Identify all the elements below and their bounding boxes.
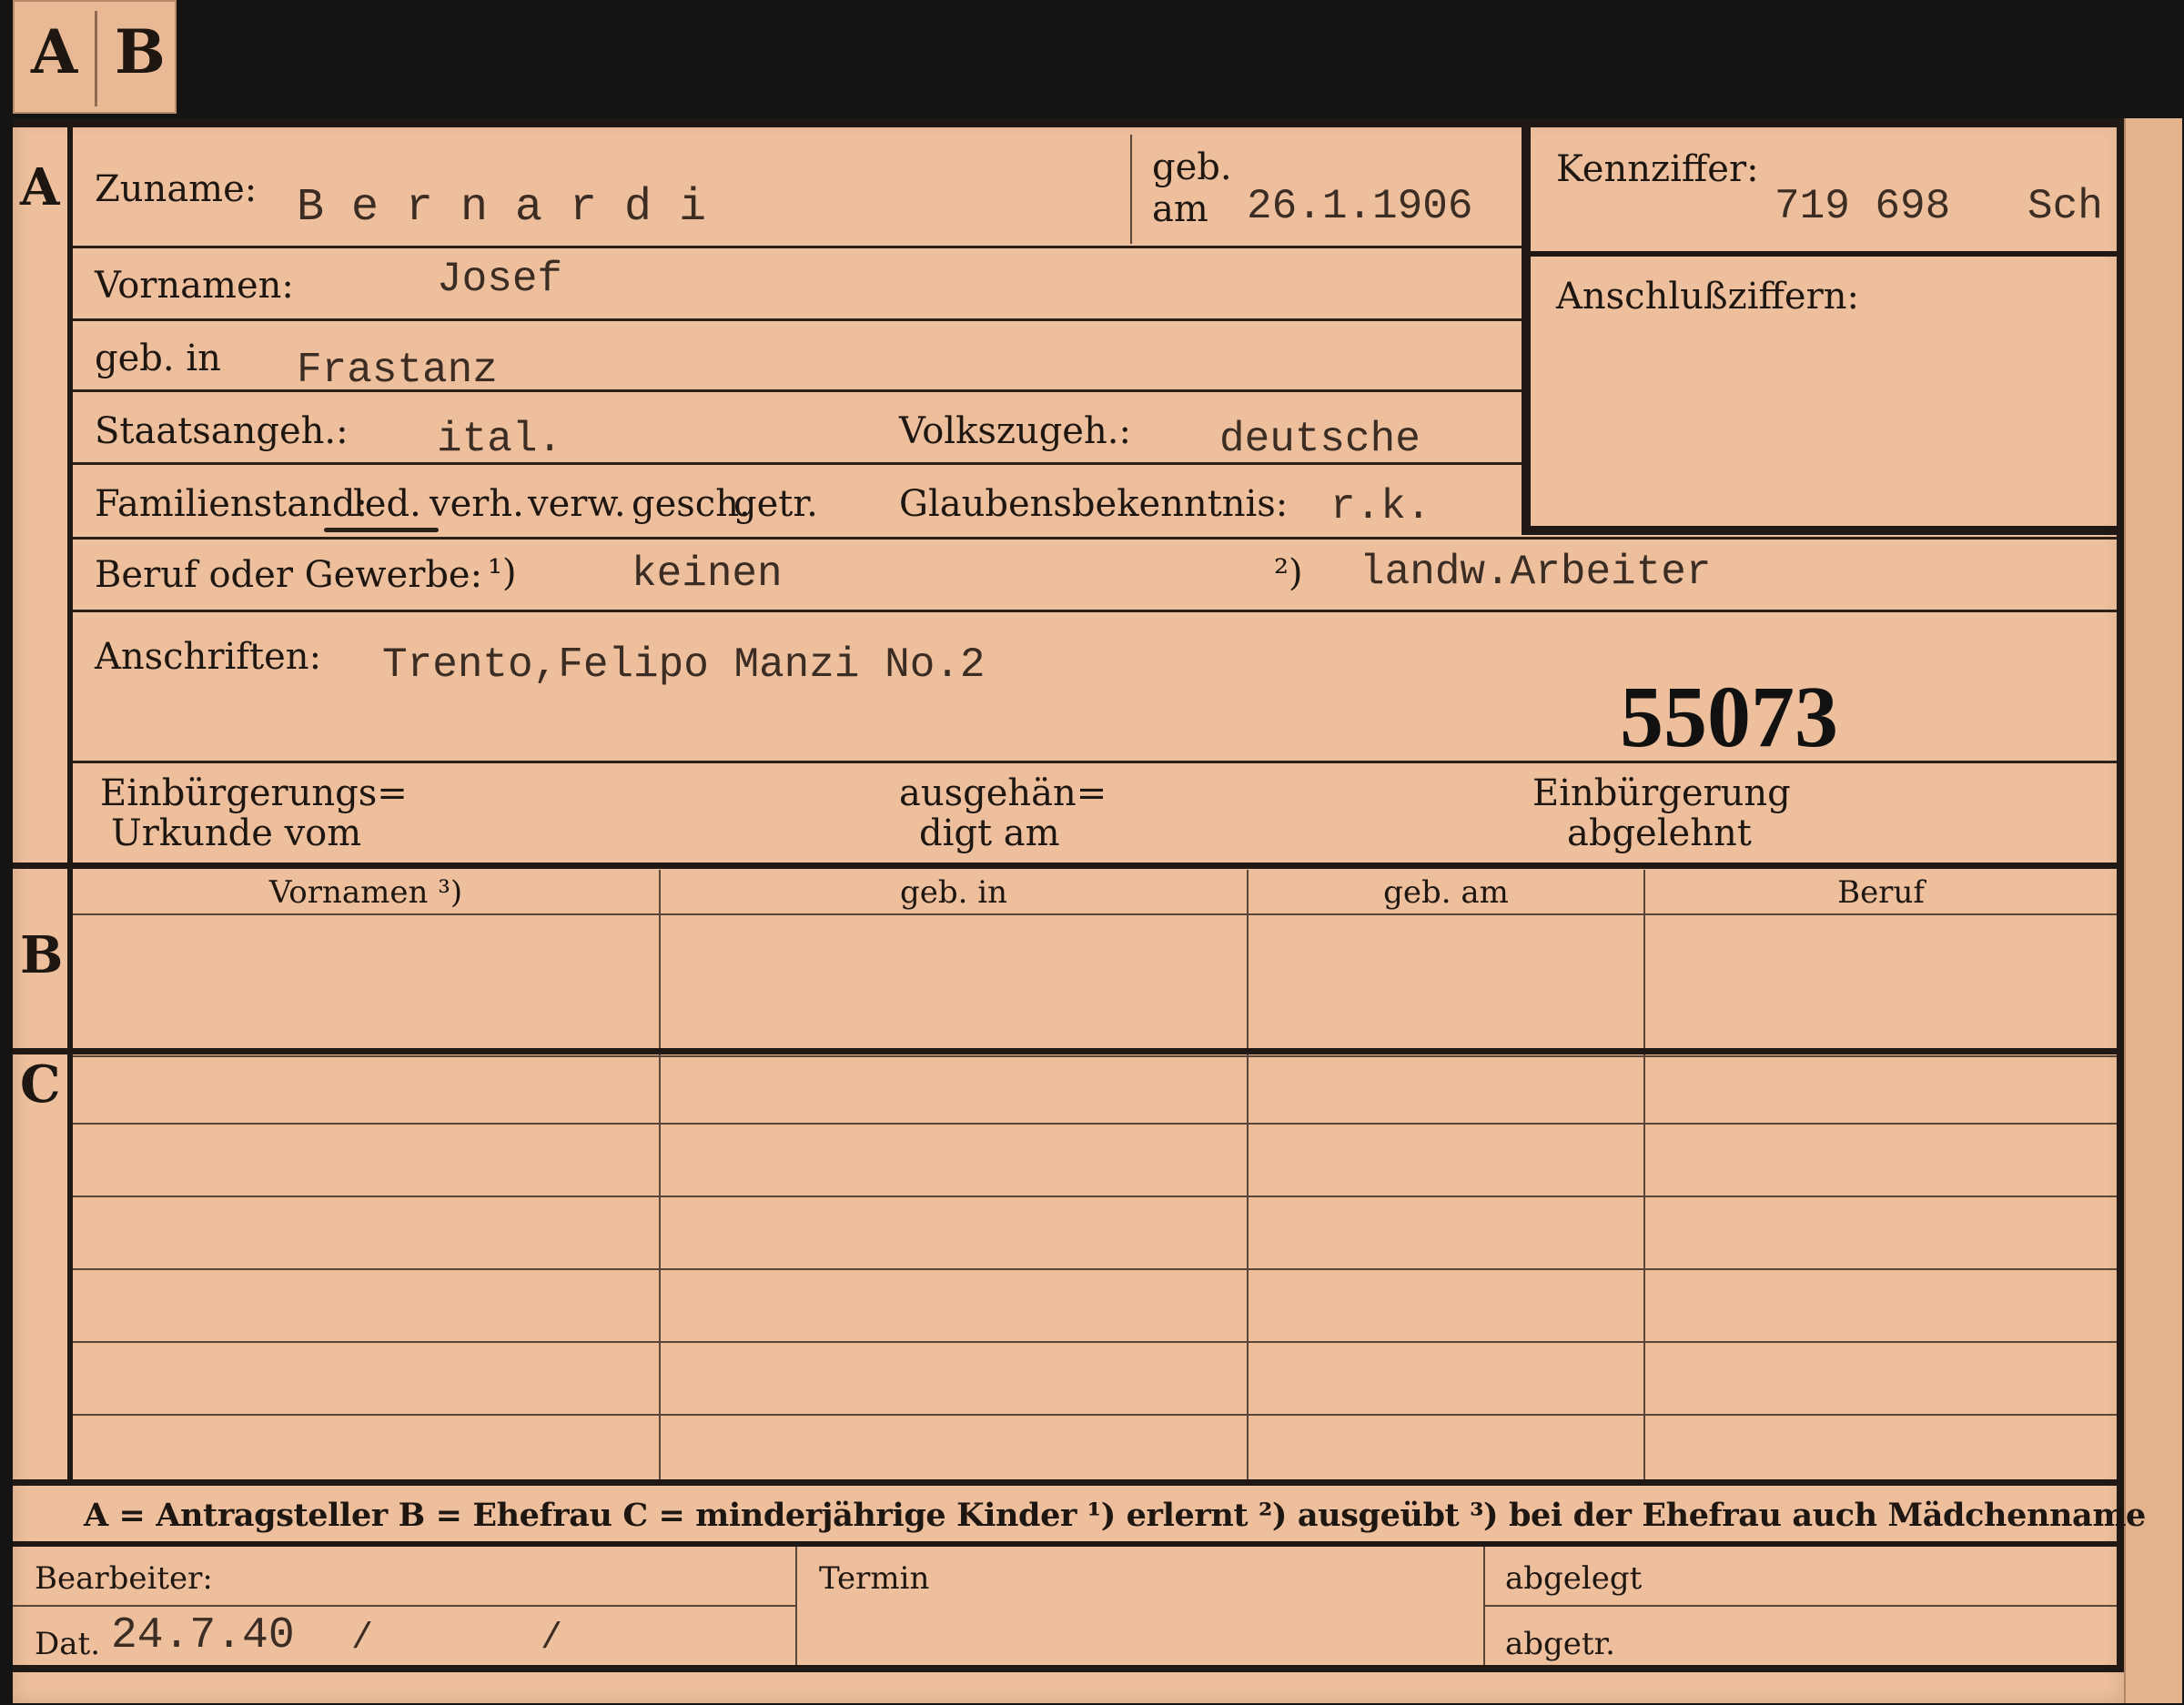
dat-slash-1: / [351,1619,374,1660]
kennziffer-box-divider [1531,251,2122,257]
geb-divider [1130,135,1132,244]
vornamen-label: Vornamen: [95,265,294,307]
section-c-bottom-border [13,1479,2117,1486]
einbuergerungs-label-2: Urkunde vom [111,812,362,854]
child-row-line [73,1123,2117,1125]
bearbeiter-label: Bearbeiter: [35,1560,213,1597]
am-label: am [1152,188,1208,230]
familienstand-selected-underline [324,528,439,532]
anschriften-value: Trento,Felipo Manzi No.2 [382,641,986,689]
zuname-label: Zuname: [95,168,258,210]
table-header-vornamen: Vornamen ³) [268,874,463,911]
einbuergerung-label-1: Einbürgerung [1532,772,1791,814]
index-tab: A B [13,0,177,114]
file-number-stamp: 55073 [1620,668,1838,765]
legend-bottom-border [13,1541,2117,1547]
footer-col-divider [795,1547,797,1665]
anschlussziffern-label: Anschlußziffern: [1556,276,1859,318]
staatsangeh-value: ital. [437,416,563,463]
ausgehaen-label-2: digt am [919,812,1060,854]
zuname-value: B e r n a r d i [297,182,707,234]
card-edge-strip [2124,118,2182,1703]
col-divider [1247,870,1249,1479]
geb-am-value: 26.1.1906 [1247,183,1473,230]
child-row-line [73,1055,2117,1057]
card-top-border [13,118,2124,127]
section-a-label: A [20,157,60,217]
geb-in-label: geb. in [95,338,221,379]
section-b-bottom-border [13,1048,2117,1054]
header-underline [73,913,2117,915]
col-divider [1643,870,1645,1479]
beruf-label: Beruf oder Gewerbe: [95,554,483,596]
row-line [73,318,1522,321]
glaubensbekenntnis-value: r.k. [1330,483,1431,530]
tab-letter-b: B [115,16,166,87]
tab-divider [95,11,97,106]
ausgehaen-label-1: ausgehän= [899,772,1107,814]
geb-label: geb. [1152,146,1232,188]
dat-label: Dat. [35,1626,101,1662]
footer-row-line [1485,1605,2117,1607]
beruf-ausgeuebt-value: landw.Arbeiter [1360,549,1712,596]
tab-letter-a: A [31,16,78,87]
einbuergerung-label-2: abgelehnt [1567,812,1752,854]
card-bottom-border [13,1665,2124,1672]
kennziffer-value: 719 698 [1774,183,1951,230]
section-c-label: C [20,1054,61,1115]
familienstand-label: Familienstand: [95,483,368,525]
familienstand-option-verw: verw. [528,483,626,525]
section-a-bottom-border [13,863,2117,869]
anschriften-label: Anschriften: [95,636,322,678]
table-header-geb-in: geb. in [899,874,1008,911]
section-b-label: B [20,925,64,985]
vornamen-value: Josef [437,256,563,303]
kennziffer-label: Kennziffer: [1556,148,1759,190]
volkszugeh-label: Volkszugeh.: [899,410,1131,452]
termin-label: Termin [819,1560,930,1597]
child-row-line [73,1268,2117,1270]
familienstand-option-getr: getr. [733,483,818,525]
glaubensbekenntnis-label: Glaubensbekenntnis: [899,483,1289,525]
section-divider-vertical [67,127,73,1483]
legend-text: A = Antragsteller B = Ehefrau C = minder… [84,1497,2146,1534]
row-line [73,246,1522,248]
staatsangeh-label: Staatsangeh.: [95,410,349,452]
child-row-line [73,1341,2117,1343]
footer-row-line [13,1605,795,1607]
table-header-geb-am: geb. am [1383,874,1509,911]
row-line [73,537,2117,540]
abgelegt-label: abgelegt [1505,1560,1643,1597]
row-line [73,610,2117,612]
child-row-line [73,1414,2117,1416]
abgetr-label: abgetr. [1505,1626,1615,1662]
beruf-note-2: ²) [1274,552,1303,594]
row-line [73,389,1522,392]
table-header-beruf: Beruf [1837,874,1925,911]
beruf-note-1: ¹) [488,552,517,594]
dat-value: 24.7.40 [111,1611,295,1660]
dat-slash-2: / [541,1619,563,1660]
familienstand-option-ledig: led. [353,483,421,525]
child-row-line [73,1196,2117,1197]
beruf-erlernt-value: keinen [632,550,783,598]
volkszugeh-value: deutsche [1219,416,1421,463]
geb-in-value: Frastanz [297,347,498,394]
col-divider [659,870,661,1479]
einbuergerungs-label-1: Einbürgerungs= [100,772,408,814]
familienstand-option-verh: verh. [430,483,524,525]
kennziffer-suffix: Sch [2027,183,2103,230]
